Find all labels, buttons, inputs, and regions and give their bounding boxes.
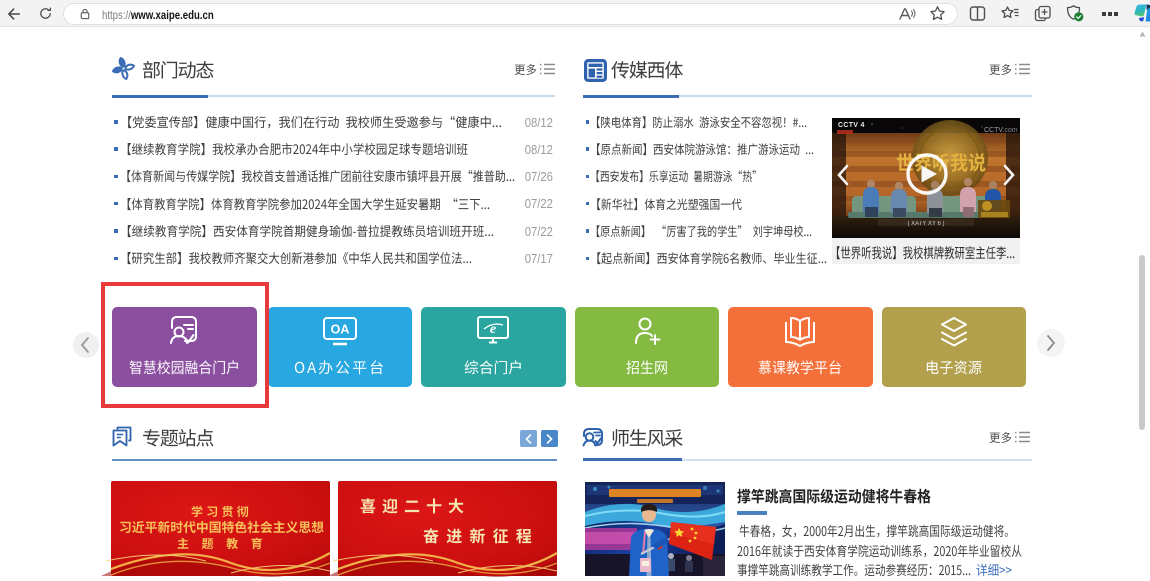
svg-text:OA: OA (330, 323, 349, 337)
svg-text:( XATY XY 6 ): ( XATY XY 6 ) (907, 221, 944, 227)
